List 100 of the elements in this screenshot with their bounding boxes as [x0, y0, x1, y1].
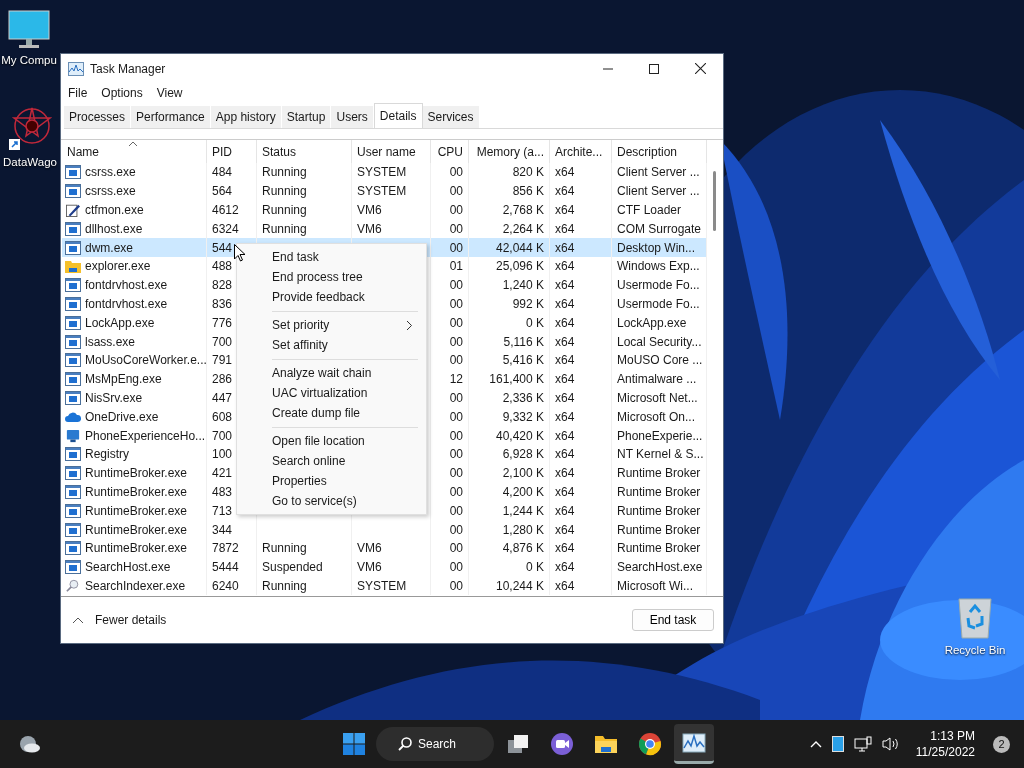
menu-item[interactable]: Go to service(s) — [237, 491, 426, 511]
table-cell: x64 — [555, 353, 575, 368]
menu-item[interactable]: UAC virtualization — [237, 383, 426, 403]
network-icon[interactable] — [853, 736, 872, 752]
app-window-icon — [65, 372, 81, 387]
sort-caret-icon — [129, 141, 137, 146]
desktop-icon-label[interactable]: My Compu — [1, 54, 57, 66]
menu-item[interactable]: File — [61, 86, 95, 100]
app-window-icon — [65, 560, 81, 575]
column-header[interactable]: Status — [257, 140, 352, 163]
monitor-icon — [65, 428, 81, 443]
table-cell: x64 — [555, 560, 575, 575]
table-cell: 856 K — [512, 184, 544, 199]
table-cell: LockApp.exe — [617, 315, 687, 330]
magnifier-icon — [65, 578, 81, 593]
menu-item[interactable]: Set priority — [237, 315, 426, 335]
clock-date[interactable]: 11/25/2022 — [915, 744, 975, 760]
process-name: RuntimeBroker.exe — [85, 484, 188, 499]
menu-item[interactable]: End process tree — [237, 267, 426, 287]
table-cell: Running — [262, 184, 307, 199]
table-cell: 836 — [212, 296, 233, 311]
menu-item[interactable]: Open file location — [237, 431, 426, 451]
table-cell: 992 K — [512, 296, 544, 311]
tab[interactable]: Performance — [131, 106, 211, 128]
menu-item[interactable]: Analyze wait chain — [237, 363, 426, 383]
table-cell: 00 — [449, 296, 463, 311]
process-name: PhoneExperienceHo... — [85, 428, 206, 443]
table-cell: 7872 — [212, 541, 239, 556]
menu-item[interactable]: Set affinity — [237, 335, 426, 355]
active-app-highlight[interactable] — [674, 724, 714, 764]
table-cell: Microsoft Wi... — [617, 578, 693, 593]
browser-icon[interactable] — [638, 732, 662, 756]
menu-item[interactable]: View — [149, 86, 190, 100]
table-cell: 6324 — [212, 221, 239, 236]
table-cell: 10,244 K — [495, 578, 544, 593]
menu-item[interactable]: Create dump file — [237, 403, 426, 423]
app-window-icon — [65, 334, 81, 349]
table-cell: 00 — [449, 165, 463, 180]
table-cell: 608 — [212, 409, 233, 424]
table-cell: x64 — [555, 447, 575, 462]
column-header[interactable]: Description — [612, 140, 707, 163]
table-cell: 700 — [212, 334, 233, 349]
start-icon[interactable] — [342, 732, 366, 756]
tab[interactable]: Services — [422, 106, 480, 128]
tab[interactable]: App history — [210, 106, 282, 128]
table-cell: 01 — [449, 259, 463, 274]
column-header[interactable]: Memory (a... — [469, 140, 550, 163]
tab[interactable]: Users — [331, 106, 374, 128]
app-window-icon — [65, 353, 81, 368]
table-cell: 00 — [449, 428, 463, 443]
table-cell: 161,400 K — [489, 372, 544, 387]
table-cell: Client Server ... — [617, 165, 700, 180]
table-cell: Running — [262, 221, 307, 236]
end-task-button[interactable]: End task — [632, 609, 714, 631]
menu-item[interactable]: Options — [94, 86, 150, 100]
column-header[interactable]: PID — [207, 140, 257, 163]
weather-icon[interactable] — [19, 735, 41, 753]
volume-icon[interactable] — [881, 736, 900, 752]
app-window-icon — [65, 390, 81, 405]
close-icon — [694, 63, 706, 74]
table-cell: 564 — [212, 184, 233, 199]
column-header[interactable]: User name — [352, 140, 431, 163]
fewer-details-link[interactable]: Fewer details — [73, 613, 167, 627]
table-cell: 484 — [212, 165, 233, 180]
table-cell: 1,244 K — [502, 503, 544, 518]
table-cell: 6,928 K — [502, 447, 544, 462]
table-cell: 00 — [449, 353, 463, 368]
app-tray-icon[interactable] — [831, 736, 844, 752]
app-window-icon — [65, 278, 81, 293]
notification-count[interactable]: 2 — [993, 735, 1010, 753]
process-name: Registry — [85, 447, 129, 462]
column-header[interactable]: Archite... — [550, 140, 612, 163]
tab[interactable]: Processes — [64, 106, 132, 128]
computer-icon[interactable] — [7, 10, 51, 50]
process-name: RuntimeBroker.exe — [85, 541, 188, 556]
desktop-icon-label[interactable]: DataWago — [3, 156, 57, 168]
recycle-bin-icon[interactable] — [956, 596, 994, 640]
search-button[interactable]: Search — [376, 727, 494, 761]
table-cell: x64 — [555, 259, 575, 274]
column-header[interactable]: Name — [62, 140, 207, 163]
chevron-up-icon[interactable] — [809, 740, 822, 748]
table-cell: Runtime Broker — [617, 503, 701, 518]
chart-icon[interactable] — [682, 730, 706, 755]
tab[interactable]: Details — [373, 103, 423, 128]
table-cell: 488 — [212, 259, 233, 274]
task-view-icon[interactable] — [506, 732, 530, 756]
table-cell: 286 — [212, 372, 233, 387]
menu-item[interactable]: Search online — [237, 451, 426, 471]
menu-item[interactable]: Properties — [237, 471, 426, 491]
table-cell: 00 — [449, 522, 463, 537]
column-header[interactable]: CPU — [431, 140, 469, 163]
clock-time[interactable]: 1:13 PM — [930, 728, 975, 744]
menu-item[interactable]: Provide feedback — [237, 287, 426, 307]
table-cell: Suspended — [262, 560, 323, 575]
star-icon[interactable] — [8, 106, 52, 152]
table-cell: 12 — [449, 372, 463, 387]
table-cell: x64 — [555, 541, 575, 556]
tab[interactable]: Startup — [281, 106, 332, 128]
folder-icon — [65, 259, 81, 274]
video-chat-icon[interactable] — [550, 732, 574, 756]
